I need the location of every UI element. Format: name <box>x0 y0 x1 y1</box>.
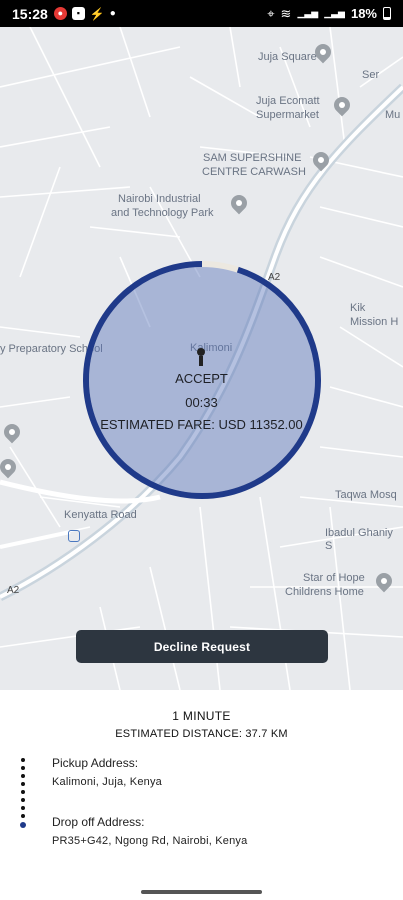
road-label-a2-bottom: A2 <box>7 585 20 596</box>
poi-tech-park: and Technology Park <box>111 207 214 219</box>
poi-kenyatta-road: Kenyatta Road <box>64 509 137 521</box>
dropoff-address: PR35+G42, Ngong Rd, Nairobi, Kenya <box>52 835 248 847</box>
trip-details-sheet: 1 MINUTE ESTIMATED DISTANCE: 37.7 KM Pic… <box>0 690 403 900</box>
poi-juja-ecomatt: Juja Ecomatt <box>256 95 320 107</box>
dot-icon: ● <box>109 8 116 19</box>
decline-request-button[interactable]: Decline Request <box>76 630 328 663</box>
route-line-icon <box>20 758 26 828</box>
battery-icon <box>383 7 391 20</box>
poi-juja-square: Juja Square <box>258 51 317 63</box>
status-bar: 15:28 ● ▪ ⚡ ● ⌖ ≋ ▁▃▅ ▁▃▅ 18% <box>0 0 403 27</box>
request-status: ACCEPT <box>175 371 228 386</box>
poi-taqwa: Taqwa Mosq <box>335 489 397 501</box>
clock: 15:28 <box>12 5 48 22</box>
location-icon: ⌖ <box>267 5 275 21</box>
poi-childrens-home: Childrens Home <box>285 586 364 598</box>
pickup-address: Kalimoni, Juja, Kenya <box>52 776 162 788</box>
bolt-icon: ⚡ <box>89 6 105 21</box>
dropoff-label: Drop off Address: <box>52 815 145 829</box>
driver-marker-icon <box>197 348 205 366</box>
poi-sam-supershine: SAM SUPERSHINE <box>203 152 302 164</box>
poi-mu: Mu <box>385 109 401 121</box>
poi-nairobi-industrial: Nairobi Industrial <box>118 193 201 205</box>
countdown-timer: 00:33 <box>185 395 218 410</box>
poi-ser: Ser <box>362 69 380 81</box>
wifi-icon: ≋ <box>280 5 292 21</box>
home-indicator[interactable] <box>141 890 262 894</box>
poi-centre-carwash: CENTRE CARWASH <box>202 166 306 178</box>
notification-app-icon: ● <box>53 7 67 20</box>
road-label-a2-top: A2 <box>268 272 281 283</box>
map-view[interactable]: Juja Square Juja Ecomatt Supermarket Ser… <box>0 27 403 690</box>
trip-distance: ESTIMATED DISTANCE: 37.7 KM <box>115 728 288 740</box>
signal-1-icon: ▁▃▅ <box>297 8 319 18</box>
pickup-label: Pickup Address: <box>52 756 139 770</box>
poi-star-of-hope: Star of Hope <box>303 572 365 584</box>
gallery-icon: ▪ <box>71 7 85 20</box>
transit-icon <box>68 530 80 542</box>
poi-ibadul: Ibadul Ghaniy S <box>325 527 393 552</box>
signal-2-icon: ▁▃▅ <box>324 8 345 18</box>
estimated-fare: ESTIMATED FARE: USD 11352.00 <box>100 417 303 432</box>
poi-mission: Mission H <box>350 316 399 328</box>
poi-prep-school: y Preparatory School <box>0 343 103 355</box>
trip-duration: 1 MINUTE <box>172 709 231 723</box>
poi-supermarket: Supermarket <box>256 109 319 121</box>
battery-level: 18% <box>350 6 377 21</box>
poi-kik: Kik <box>350 302 366 314</box>
